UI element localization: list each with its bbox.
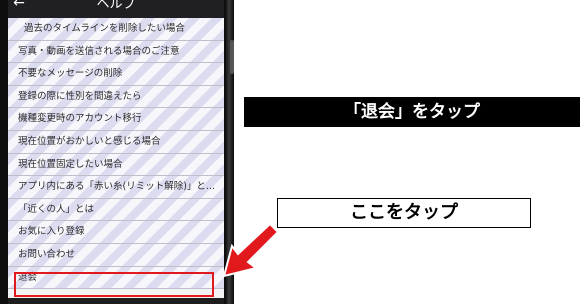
list-item[interactable]: 現在位置がおかしいと感じる場合	[8, 131, 224, 154]
withdraw-highlight-box	[14, 272, 214, 297]
list-item[interactable]: 登録の際に性別を間違えたら	[8, 86, 224, 109]
list-item[interactable]: 過去のタイムラインを削除したい場合	[8, 18, 224, 41]
list-item[interactable]: お問い合わせ	[8, 244, 224, 267]
instruction-banner: 「退会」をタップ	[244, 97, 580, 127]
phone-screen: ← ヘルプ 過去のタイムラインを削除したい場合 写真・動画を送信される場合のご注…	[8, 0, 224, 304]
list-item[interactable]: お気に入り登録	[8, 221, 224, 244]
list-item[interactable]: 機種変更時のアカウント移行	[8, 108, 224, 131]
bottom-bar	[8, 298, 224, 304]
list-item[interactable]: 「近くの人」とは	[8, 199, 224, 222]
page-title: ヘルプ	[96, 0, 136, 12]
list-item[interactable]: 不要なメッセージの削除	[8, 63, 224, 86]
navigation-bar: ← ヘルプ	[8, 0, 224, 18]
phone-frame: ← ヘルプ 過去のタイムラインを削除したい場合 写真・動画を送信される場合のご注…	[0, 0, 234, 304]
side-button	[230, 40, 234, 74]
back-arrow-icon[interactable]: ←	[12, 0, 26, 10]
tap-here-label: ここをタップ	[277, 198, 531, 228]
help-list: 過去のタイムラインを削除したい場合 写真・動画を送信される場合のご注意 不要なメ…	[8, 18, 224, 290]
list-item[interactable]: 写真・動画を送信される場合のご注意	[8, 41, 224, 64]
list-item[interactable]: アプリ内にある「赤い糸(リミット解除)」と...	[8, 176, 224, 199]
red-arrow-icon	[222, 224, 280, 278]
list-item[interactable]: 現在位置固定したい場合	[8, 154, 224, 177]
